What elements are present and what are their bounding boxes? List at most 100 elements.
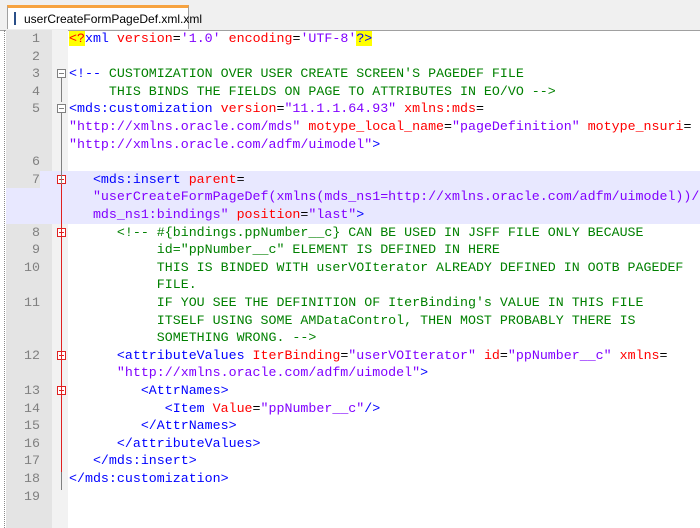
- line-number: 18: [24, 471, 40, 486]
- code-line[interactable]: 8 <!-- #{bindings.ppNumber__c} CAN BE US…: [6, 224, 700, 242]
- token: "http://xmlns.oracle.com/adfm/uimodel": [69, 136, 373, 152]
- line-number: 4: [32, 83, 40, 99]
- token: </AttrNames>: [69, 418, 237, 434]
- line-number: 14: [24, 400, 40, 416]
- token: motype_nsuri: [587, 119, 684, 134]
- fold-line: [61, 183, 62, 472]
- line-number: 3: [32, 66, 40, 82]
- code-text: <Item Value="ppNumber__c"/>: [69, 400, 380, 418]
- code-text: SOMETHING WRONG. -->: [69, 329, 317, 347]
- token: </attributeValues>: [69, 435, 261, 451]
- token: Value: [212, 400, 253, 416]
- code-line[interactable]: 4 THIS BINDS THE FIELDS ON PAGE TO ATTRI…: [6, 83, 700, 101]
- token: =: [499, 347, 508, 363]
- code-text: <!-- #{bindings.ppNumber__c} CAN BE USED…: [69, 224, 644, 242]
- token: "userCreateFormPageDef(xmlns(mds_ns1=htt…: [69, 189, 700, 205]
- line-number: 1: [32, 31, 40, 46]
- code-line[interactable]: 12 <attributeValues IterBinding = "userVOI…: [6, 347, 700, 365]
- code-line[interactable]: 1 <?xml version='1.0' encoding='UTF-8'?>: [6, 30, 700, 48]
- code-line[interactable]: 7 <mds:insert parent=: [6, 170, 700, 189]
- token: xml: [84, 31, 117, 46]
- token: >: [420, 365, 429, 381]
- file-tab[interactable]: userCreateFormPageDef.xml.xml: [7, 5, 202, 29]
- code-text: mds_ns1:bindings" position="last">: [69, 206, 364, 224]
- line-number: 17: [24, 453, 40, 469]
- line-number: 8: [32, 224, 40, 240]
- line-number: 19: [24, 488, 40, 504]
- token: ?>: [356, 31, 373, 46]
- token: </mds:customization>: [69, 471, 229, 486]
- token: <?: [69, 31, 85, 46]
- code-line[interactable]: 14 <Item Value="ppNumber__c"/>: [6, 400, 700, 418]
- token: <attributeValues: [69, 347, 253, 363]
- code-text: <!-- CUSTOMIZATION OVER USER CREATE SCRE…: [69, 65, 524, 83]
- fold-toggle-icon[interactable]: [57, 69, 66, 79]
- code-text: </mds:insert>: [69, 452, 197, 470]
- token: THIS IS BINDED WITH userVOIterator ALREA…: [69, 259, 684, 275]
- token: ITSELF USING SOME AMDataControl, THEN MO…: [69, 312, 636, 328]
- code-line[interactable]: 15 </AttrNames>: [6, 417, 700, 435]
- line-number: 5: [32, 101, 40, 117]
- line-number: 11: [24, 295, 40, 310]
- token: />: [364, 400, 381, 416]
- token: <!-- #{bindings.ppNumber__c} CAN BE USED…: [69, 224, 644, 240]
- code-line[interactable]: 5 <mds:customization version = "11.1.1.64.9…: [6, 100, 700, 118]
- code-text: </AttrNames>: [69, 417, 237, 435]
- token: id="ppNumber__c" ELEMENT IS DEFINED IN H…: [69, 242, 500, 258]
- code-line[interactable]: 10 THIS IS BINDED WITH userVOIterator AL…: [6, 259, 700, 277]
- code-text: <AttrNames>: [69, 382, 229, 400]
- token: encoding: [228, 31, 293, 46]
- code-text: IF YOU SEE THE DEFINITION OF IterBinding…: [69, 294, 644, 312]
- code-line[interactable]: 18 </mds:customization>: [6, 470, 700, 488]
- line-number: 10: [24, 259, 40, 275]
- token: "11.1.1.64.93": [284, 101, 405, 117]
- code-text: <?xml version='1.0' encoding='UTF-8'?>: [69, 30, 373, 48]
- tab-bar: userCreateFormPageDef.xml.xml: [0, 0, 700, 31]
- code-text: "http://xmlns.oracle.com/adfm/uimodel">: [69, 136, 380, 154]
- file-tab-label: userCreateFormPageDef.xml.xml: [24, 11, 203, 26]
- token: =: [444, 119, 453, 134]
- token: <mds:customization: [69, 101, 221, 117]
- code-text: <mds:customization version = "11.1.1.64.93…: [69, 100, 484, 118]
- code-line[interactable]: FILE.: [6, 276, 700, 294]
- token: id: [483, 347, 500, 363]
- token: "http://xmlns.oracle.com/adfm/uimodel": [69, 365, 421, 381]
- code-line[interactable]: mds_ns1:bindings" position="last">: [6, 206, 700, 224]
- code-line[interactable]: 19: [6, 488, 700, 506]
- token: position: [236, 207, 301, 222]
- code-line[interactable]: 11 IF YOU SEE THE DEFINITION OF IterBind…: [6, 294, 700, 312]
- code-line[interactable]: "http://xmlns.oracle.com/adfm/uimodel">: [6, 136, 700, 154]
- token: "last": [308, 207, 357, 222]
- code-line[interactable]: "http://xmlns.oracle.com/mds" motype_loc…: [6, 118, 700, 136]
- token: version: [116, 31, 173, 46]
- token: FILE.: [69, 277, 197, 293]
- token: mds_ns1:bindings": [69, 207, 237, 222]
- code-text: "http://xmlns.oracle.com/mds" motype_loc…: [69, 118, 691, 136]
- code-text: THIS IS BINDED WITH userVOIterator ALREA…: [69, 259, 684, 277]
- token: "http://xmlns.oracle.com/mds": [69, 119, 309, 134]
- code-line[interactable]: ITSELF USING SOME AMDataControl, THEN MO…: [6, 312, 700, 330]
- code-line[interactable]: 9 id="ppNumber__c" ELEMENT IS DEFINED IN…: [6, 241, 700, 259]
- code-line[interactable]: 6: [6, 153, 700, 171]
- code-line[interactable]: 16 </attributeValues>: [6, 435, 700, 453]
- code-text: FILE.: [69, 276, 197, 294]
- code-line[interactable]: SOMETHING WRONG. -->: [6, 329, 700, 347]
- code-line[interactable]: 13 <AttrNames>: [6, 382, 700, 400]
- code-text: "userCreateFormPageDef(xmlns(mds_ns1=htt…: [69, 188, 699, 206]
- save-icon: [14, 12, 24, 25]
- token: "ppNumber__c": [260, 400, 365, 416]
- code-editor[interactable]: 1 <?xml version='1.0' encoding='UTF-8'?> 2…: [6, 30, 700, 528]
- code-line[interactable]: 2: [6, 48, 700, 66]
- line-number: 15: [24, 418, 40, 434]
- token: =: [683, 119, 692, 134]
- fold-toggle-icon[interactable]: [57, 104, 66, 114]
- code-line[interactable]: 3 <!-- CUSTOMIZATION OVER USER CREATE SCR…: [6, 65, 700, 83]
- token: "userVOIterator": [348, 347, 484, 363]
- code-line[interactable]: 17 </mds:insert>: [6, 452, 700, 470]
- code-line[interactable]: "userCreateFormPageDef(xmlns(mds_ns1=htt…: [6, 188, 700, 206]
- token: </mds:insert>: [69, 453, 197, 469]
- code-text: <attributeValues IterBinding = "userVOIter…: [69, 347, 668, 365]
- code-line[interactable]: "http://xmlns.oracle.com/adfm/uimodel">: [6, 364, 700, 382]
- token: "ppNumber__c": [507, 347, 620, 363]
- code-text: </attributeValues>: [69, 435, 261, 453]
